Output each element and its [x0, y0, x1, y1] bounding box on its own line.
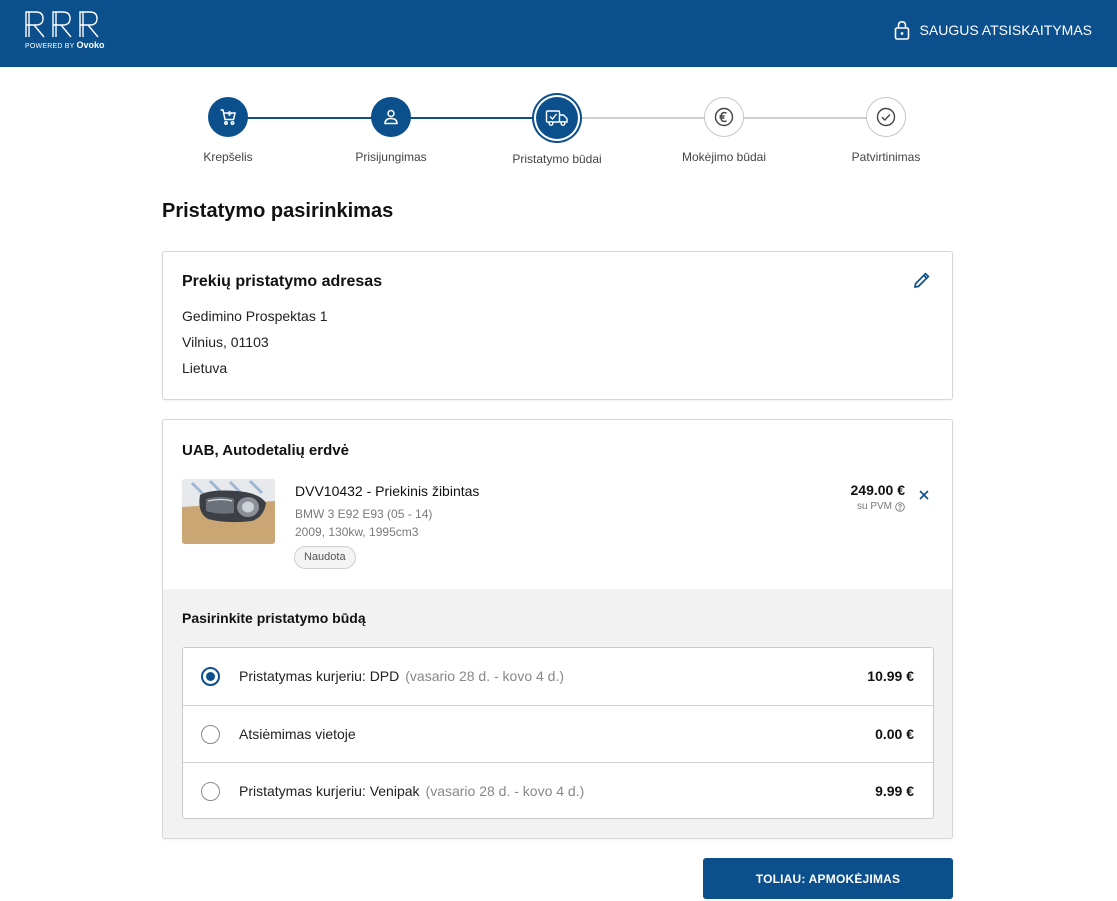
step-label: Pristatymo būdai — [512, 152, 602, 166]
shipping-options: Pristatymas kurjeriu: DPD (vasario 28 d. … — [182, 647, 934, 819]
vat-note: su PVM — [857, 501, 905, 512]
check-icon — [876, 107, 896, 127]
step-payment-circle — [704, 97, 744, 137]
logo-powered-text: POWERED BY — [25, 43, 75, 50]
product-image[interactable] — [182, 479, 275, 544]
shipping-option-label: Pristatymas kurjeriu: Venipak (vasario 28… — [239, 783, 584, 799]
cart-icon — [220, 109, 236, 125]
shipping-option-dpd[interactable]: Pristatymas kurjeriu: DPD (vasario 28 d. … — [183, 648, 933, 705]
secure-label: SAUGUS ATSISKAITYMAS — [919, 22, 1092, 38]
vat-label: su PVM — [856, 501, 892, 512]
logo[interactable]: POWERED BY Ovoko — [24, 10, 105, 52]
help-circle-icon[interactable] — [895, 501, 905, 512]
product-name[interactable]: DVV10432 - Priekinis žibintas — [295, 483, 479, 499]
step-confirm[interactable]: Patvirtinimas — [821, 96, 951, 164]
order-card: UAB, Autodetalių erdvė DVV10432 - Prieki… — [162, 419, 953, 839]
address-heading: Prekių pristatymo adresas — [182, 273, 383, 290]
lock-icon — [894, 20, 909, 40]
step-login-circle — [371, 97, 411, 137]
user-icon — [384, 109, 398, 125]
product-model: BMW 3 E92 E93 (05 - 14) — [295, 507, 433, 521]
shipping-option-venipak[interactable]: Pristatymas kurjeriu: Venipak (vasario 28… — [183, 762, 933, 819]
shipping-section: Pasirinkite pristatymo būdą Pristatymas … — [163, 589, 952, 838]
step-label: Krepšelis — [203, 150, 253, 164]
condition-badge: Naudota — [294, 546, 356, 569]
euro-icon — [714, 107, 734, 127]
shipping-option-name: Pristatymas kurjeriu: DPD — [239, 668, 400, 684]
step-cart[interactable]: Krepšelis — [163, 96, 293, 164]
address-line-country: Lietuva — [182, 360, 228, 376]
shipping-heading: Pasirinkite pristatymo būdą — [182, 610, 366, 626]
shipping-option-pickup[interactable]: Atsiėmimas vietoje 0.00 € — [183, 705, 933, 762]
top-header: POWERED BY Ovoko SAUGUS ATSISKAITYMAS — [0, 0, 1117, 67]
logo-mark — [25, 11, 99, 38]
page-title: Pristatymo pasirinkimas — [162, 200, 394, 222]
logo-brand-text: Ovoko — [76, 40, 105, 50]
step-cart-circle — [208, 97, 248, 137]
step-label: Patvirtinimas — [851, 150, 921, 164]
shipping-option-name: Atsiėmimas vietoje — [239, 726, 356, 742]
radio-unselected[interactable] — [201, 725, 220, 744]
radio-unselected[interactable] — [201, 782, 220, 801]
logo-tagline: POWERED BY Ovoko — [25, 40, 105, 50]
shipping-option-label: Atsiėmimas vietoje — [239, 726, 356, 742]
truck-icon — [545, 110, 568, 126]
headlight-image — [182, 479, 275, 544]
step-delivery[interactable]: Pristatymo būdai — [492, 96, 622, 166]
product-price: 249.00 € — [850, 482, 906, 498]
secure-checkout: SAUGUS ATSISKAITYMAS — [894, 18, 1092, 42]
step-payment[interactable]: Mokėjimo būdai — [659, 96, 789, 164]
edit-pencil-icon[interactable] — [912, 270, 932, 290]
shipping-option-dates: (vasario 28 d. - kovo 4 d.) — [425, 783, 585, 799]
address-line-city: Vilnius, 01103 — [182, 334, 269, 350]
step-login[interactable]: Prisijungimas — [326, 96, 456, 164]
shipping-option-dates: (vasario 28 d. - kovo 4 d.) — [405, 668, 565, 684]
step-label: Mokėjimo būdai — [681, 150, 767, 164]
shipping-option-price: 0.00 € — [875, 726, 914, 742]
step-confirm-circle — [866, 97, 906, 137]
step-delivery-circle — [536, 97, 578, 139]
radio-selected[interactable] — [201, 667, 220, 686]
shipping-option-name: Pristatymas kurjeriu: Venipak — [239, 783, 420, 799]
product-specs: 2009, 130kw, 1995cm3 — [295, 525, 419, 539]
shipping-option-label: Pristatymas kurjeriu: DPD (vasario 28 d. … — [239, 668, 564, 684]
checkout-steps: Krepšelis Prisijungimas Pristatymo būdai… — [162, 96, 953, 176]
shipping-option-price: 9.99 € — [875, 783, 914, 799]
address-card: Prekių pristatymo adresas Gedimino Prosp… — [162, 251, 953, 400]
address-line-street: Gedimino Prospektas 1 — [182, 308, 328, 324]
step-label: Prisijungimas — [355, 150, 427, 164]
remove-item-icon[interactable] — [917, 488, 931, 502]
continue-to-payment-button[interactable]: TOLIAU: APMOKĖJIMAS — [703, 858, 953, 899]
seller-name: UAB, Autodetalių erdvė — [182, 442, 349, 459]
shipping-option-price: 10.99 € — [867, 668, 914, 684]
